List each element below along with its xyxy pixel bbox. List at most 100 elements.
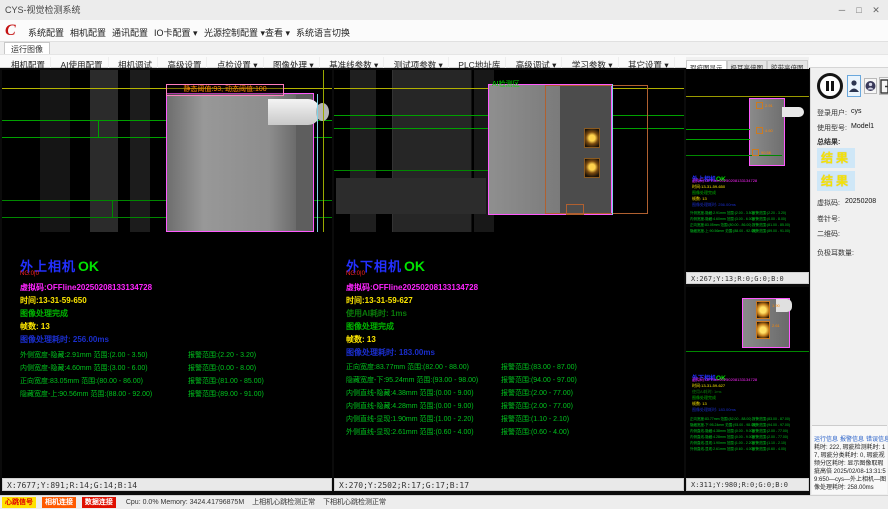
mini-measure: 内侧宽度-隐藏:4.60mm 范围:(3.00 - 6.00) (690, 217, 754, 222)
mini-measure: 报警范围:(0.60 - 4.00) (752, 447, 786, 452)
mini-measure: 报警范围:(1.10 - 2.10) (752, 441, 786, 446)
machine-band (40, 70, 70, 232)
minimize-icon[interactable]: ─ (834, 4, 850, 16)
marker-label: 2.61 (772, 323, 780, 328)
mini-measure: 内侧直线-隐藏:4.28mm 范围:(0.00 - 9.00) (690, 435, 754, 440)
connector-tab (782, 107, 804, 117)
user-label: 登录用户: (817, 108, 847, 118)
model-value: Model1 (851, 123, 874, 130)
edge-line-cyan (317, 94, 318, 232)
menu-camera-config[interactable]: 相机配置 (66, 24, 110, 41)
marker-box (756, 102, 763, 109)
mini-measure: 报警范围:(2.00 - 77.00) (752, 429, 788, 434)
mini-measure: 报警范围:(89.00 - 91.00) (752, 229, 790, 234)
machine-band (130, 70, 150, 232)
measure-line (686, 351, 809, 352)
side-panel: 登录用户: cys 使用型号: Model1 总结果: 结果 结果 虚拟码: 2… (810, 68, 888, 495)
heartbeat-badge: 心跳信号 (2, 497, 36, 508)
tab-run-image[interactable]: 运行图像 (4, 42, 50, 54)
operator-button[interactable] (864, 78, 877, 94)
ng-line: NG:0|0 (346, 271, 365, 277)
menu-light-config[interactable]: 光源控制配置 ▾ (200, 24, 269, 41)
qr-label: 二维码: (817, 229, 840, 239)
mini-measure: 报警范围:(81.00 - 85.00) (752, 223, 790, 228)
ai-detect-rect (545, 85, 648, 214)
frames-line: 帧数: 13 (346, 334, 376, 345)
menu-bar: C 系统配置 相机配置 通讯配置 IO卡配置 ▾ 光源控制配置 ▾ 查看 ▾ 系… (0, 20, 888, 42)
lower-cam-heartbeat: 下相机心跳检测正常 (323, 499, 386, 506)
app-logo-icon: C (5, 22, 21, 40)
baseline-yellow (686, 96, 809, 97)
total-result-label: 总结果: (817, 137, 840, 147)
footer-strip (0, 509, 888, 522)
status-bar: 心跳信号 相机连接 数据连接 Cpu: 0.0% Memory: 3424.41… (0, 495, 888, 509)
log-tab-error[interactable]: 错误信息 (866, 437, 888, 443)
mini-measure: 外侧宽度-隐藏:2.91mm 范围:(2.00 - 3.50) (690, 211, 754, 216)
log-text: 耗时: 222, 瑕疵检测耗时: 17, 瑕疵分类耗时: 0, 瑕疵视频分区耗时… (814, 444, 886, 492)
log-tab-alarm[interactable]: 报警信息 (840, 437, 864, 443)
marker-label: 90.56 (761, 150, 771, 155)
mini-measure: 正向宽度:83.05mm 范围:(80.00 - 86.00) (690, 223, 751, 228)
mini-measure: 报警范围:(2.20 - 3.20) (752, 211, 786, 216)
menu-comm-config[interactable]: 通讯配置 (108, 24, 152, 41)
defect-highlight (584, 128, 600, 148)
maximize-icon[interactable]: □ (851, 4, 867, 16)
log-tab-run[interactable]: 运行信息 (814, 437, 838, 443)
marker-label: 2.91 (765, 103, 773, 108)
machine-shelf (336, 178, 486, 214)
pixel-status-right: X:270;Y:2502;R:17;G:17;B:17 (334, 478, 684, 491)
menu-system-config[interactable]: 系统配置 (24, 24, 68, 41)
camera-view-lower[interactable]: AI检测区 外下相机OK NG:0|0 虚拟码:OFFline202502081… (334, 70, 684, 478)
pause-button[interactable] (817, 73, 843, 99)
mini-measure: 内侧直线-显现:1.90mm 范围:(1.00 - 2.20) (690, 441, 754, 446)
camera-view-upper[interactable]: 静态阈值:93, 动态阈值:100 外上相机OK NG:0|0 虚拟码:OFFl… (2, 70, 332, 478)
measurement-row: 内侧直线-隐藏:4.38mm 范围:(0.00 - 9.00)报警范围:(2.0… (346, 388, 684, 398)
result-badge-lower: 结果 (817, 171, 855, 191)
user-switch-button[interactable] (847, 75, 861, 97)
measure-line (686, 139, 750, 140)
thumbnail-upper-camera[interactable]: 2.91 4.60 90.56 外上相机OK 虚拟码:OFFline202502… (686, 69, 809, 272)
mini-measure: 报警范围:(2.00 - 77.00) (752, 435, 788, 440)
data-conn-badge: 数据连接 (82, 497, 116, 508)
menu-io-config[interactable]: IO卡配置 ▾ (150, 24, 202, 41)
exit-button[interactable] (879, 77, 888, 95)
tab-count-label: 负极耳数量: (817, 248, 854, 258)
log-panel: 运行信息报警信息错误信息 耗时: 222, 瑕疵检测耗时: 17, 瑕疵分类耗时… (812, 425, 887, 494)
measurement-row: 外侧直线-显现:2.61mm 范围:(0.60 - 4.00)报警范围:(0.6… (346, 427, 684, 437)
mini-measure: 报警范围:(83.00 - 87.00) (752, 417, 790, 422)
mini-measure: 隐藏宽度-上:90.56mm 范围:(88.00 - 92.00) (690, 229, 756, 234)
marker-box (756, 127, 763, 134)
pixel-status-left: X:7677;Y:891;R:14;G:14;B:14 (2, 478, 332, 491)
measure-line (686, 129, 750, 130)
barcode-line: 虚拟码:OFFline20250208133134728 (20, 282, 152, 293)
elapsed-line: 图像处理耗时: 256.00ms (20, 334, 109, 345)
marker-box (752, 149, 759, 156)
app-window: CYS-视觉检测系统 ─ □ ✕ C 系统配置 相机配置 通讯配置 IO卡配置 … (0, 0, 888, 522)
done-line: 图像处理完成 (346, 321, 394, 332)
user-value: cys (851, 108, 862, 115)
close-icon[interactable]: ✕ (868, 4, 884, 16)
result-badge-upper: 结果 (817, 148, 855, 168)
mini-measure: 正向宽度:83.77mm 范围:(82.00 - 88.00) (690, 417, 751, 422)
connector-tab (268, 99, 320, 125)
measurement-row: 隐藏宽度-上:90.56mm 范围:(88.00 - 92.00)报警范围:(8… (20, 389, 332, 399)
camera-conn-badge: 相机连接 (42, 497, 76, 508)
mini-measure: 报警范围:(0.00 - 8.00) (752, 217, 786, 222)
mini-measure: 外侧直线-显现:2.61mm 范围:(0.60 - 4.00) (690, 447, 754, 452)
window-title: CYS-视觉检测系统 (5, 3, 81, 16)
upper-cam-heartbeat: 上相机心跳检测正常 (252, 499, 315, 506)
measure-line (112, 200, 113, 218)
thumbnail-lower-camera[interactable]: 1.90 2.61 外下相机OK 虚拟码:OFFline202502081331… (686, 287, 809, 478)
ng-line: NG:0|0 (20, 271, 39, 277)
defect-highlight (756, 321, 770, 339)
cpu-memory-status: Cpu: 0.0% Memory: 3424.41796875M (126, 499, 244, 506)
measurement-row: 内侧直线-显现:1.90mm 范围:(1.00 - 2.20)报警范围:(1.1… (346, 414, 684, 424)
menu-view[interactable]: 查看 ▾ (261, 24, 294, 41)
elapsed-line: 图像处理耗时: 183.00ms (346, 347, 435, 358)
measurement-row: 内侧直线-隐藏:4.28mm 范围:(0.00 - 9.00)报警范围:(2.0… (346, 401, 684, 411)
measurement-row: 正向宽度:83.05mm 范围:(80.00 - 86.00)报警范围:(81.… (20, 376, 332, 386)
menu-language-switch[interactable]: 系统语言切换 (292, 24, 354, 41)
defect-highlight (584, 158, 600, 178)
model-label: 使用型号: (817, 123, 847, 133)
workspace: 静态阈值:93, 动态阈值:100 外上相机OK NG:0|0 虚拟码:OFFl… (0, 68, 888, 495)
